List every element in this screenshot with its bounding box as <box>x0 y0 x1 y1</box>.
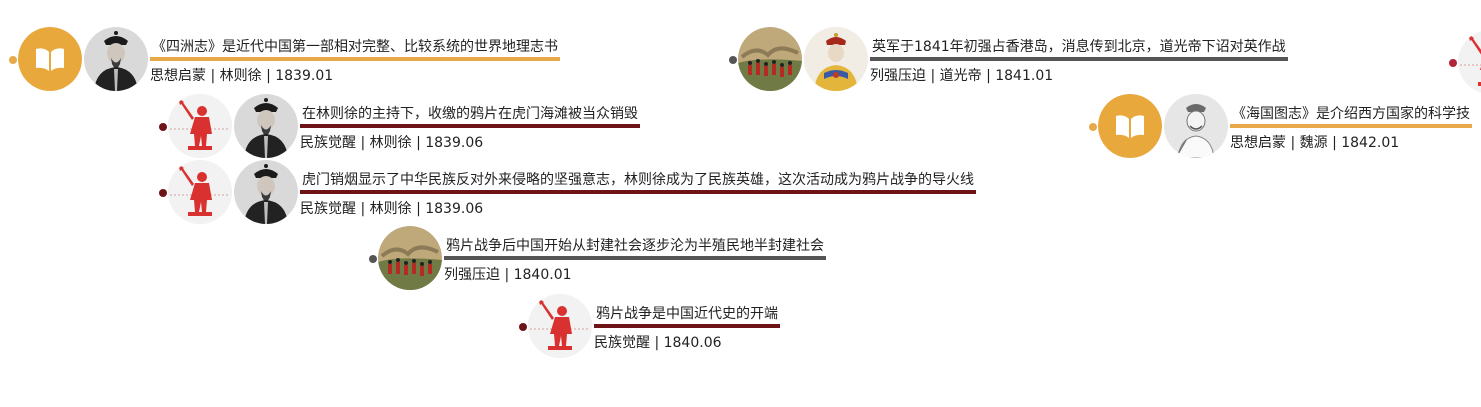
timeline-event-offscreen[interactable] <box>1449 23 1481 93</box>
timeline-dot <box>1449 59 1457 67</box>
battle-painting <box>738 27 802 91</box>
event-title[interactable]: 鸦片战争后中国开始从封建社会逐步沦为半殖民地半封建社会 <box>444 237 826 260</box>
lin-zexu-portrait <box>234 160 298 224</box>
bugler-icon <box>168 160 232 224</box>
event-meta: 列强压迫 | 1840.01 <box>444 267 572 283</box>
timeline-dot <box>9 56 17 64</box>
wei-yuan-portrait <box>1164 94 1228 158</box>
timeline-event-6[interactable]: 英军于1841年初强占香港岛，消息传到北京，道光帝下诏对英作战 列强压迫 | 道… <box>729 23 1329 93</box>
event-title[interactable]: 《海国图志》是介绍西方国家的科学技 <box>1230 105 1472 128</box>
event-title[interactable]: 英军于1841年初强占香港岛，消息传到北京，道光帝下诏对英作战 <box>870 38 1288 61</box>
lin-zexu-portrait <box>234 94 298 158</box>
timeline-dot <box>729 56 737 64</box>
daoguang-emperor-portrait <box>804 27 868 91</box>
event-title[interactable]: 虎门销烟显示了中华民族反对外来侵略的坚强意志，林则徐成为了民族英雄，这次活动成为… <box>300 171 976 194</box>
event-title[interactable]: 鸦片战争是中国近代史的开端 <box>594 305 780 328</box>
bugler-icon <box>168 94 232 158</box>
event-meta: 民族觉醒 | 1840.06 <box>594 335 722 351</box>
timeline-dot <box>519 323 527 331</box>
bugler-icon <box>1458 30 1481 93</box>
event-meta: 民族觉醒 | 林则徐 | 1839.06 <box>300 135 484 151</box>
book-icon <box>1098 94 1162 158</box>
event-meta: 思想启蒙 | 林则徐 | 1839.01 <box>150 68 334 84</box>
lin-zexu-portrait <box>84 27 148 91</box>
timeline-event-4[interactable]: 鸦片战争后中国开始从封建社会逐步沦为半殖民地半封建社会 列强压迫 | 1840.… <box>369 222 869 292</box>
event-meta: 列强压迫 | 道光帝 | 1841.01 <box>870 68 1054 84</box>
timeline-event-2[interactable]: 在林则徐的主持下，收缴的鸦片在虎门海滩被当众销毁 民族觉醒 | 林则徐 | 18… <box>159 90 679 160</box>
event-title[interactable]: 《四洲志》是近代中国第一部相对完整、比较系统的世界地理志书 <box>150 38 560 61</box>
timeline-dot <box>369 255 377 263</box>
timeline-event-3[interactable]: 虎门销烟显示了中华民族反对外来侵略的坚强意志，林则徐成为了民族英雄，这次活动成为… <box>159 156 1039 226</box>
timeline-event-1[interactable]: 《四洲志》是近代中国第一部相对完整、比较系统的世界地理志书 思想启蒙 | 林则徐… <box>9 23 599 93</box>
event-meta: 思想启蒙 | 魏源 | 1842.01 <box>1230 135 1400 151</box>
timeline-dot <box>159 123 167 131</box>
book-icon <box>18 27 82 91</box>
battle-painting <box>378 226 442 290</box>
timeline-dot <box>1089 123 1097 131</box>
timeline-dot <box>159 189 167 197</box>
timeline-event-5[interactable]: 鸦片战争是中国近代史的开端 民族觉醒 | 1840.06 <box>519 290 809 360</box>
bugler-icon <box>528 294 592 358</box>
event-meta: 民族觉醒 | 林则徐 | 1839.06 <box>300 201 484 217</box>
event-title[interactable]: 在林则徐的主持下，收缴的鸦片在虎门海滩被当众销毁 <box>300 105 640 128</box>
timeline-event-7[interactable]: 《海国图志》是介绍西方国家的科学技 思想启蒙 | 魏源 | 1842.01 <box>1089 90 1481 160</box>
